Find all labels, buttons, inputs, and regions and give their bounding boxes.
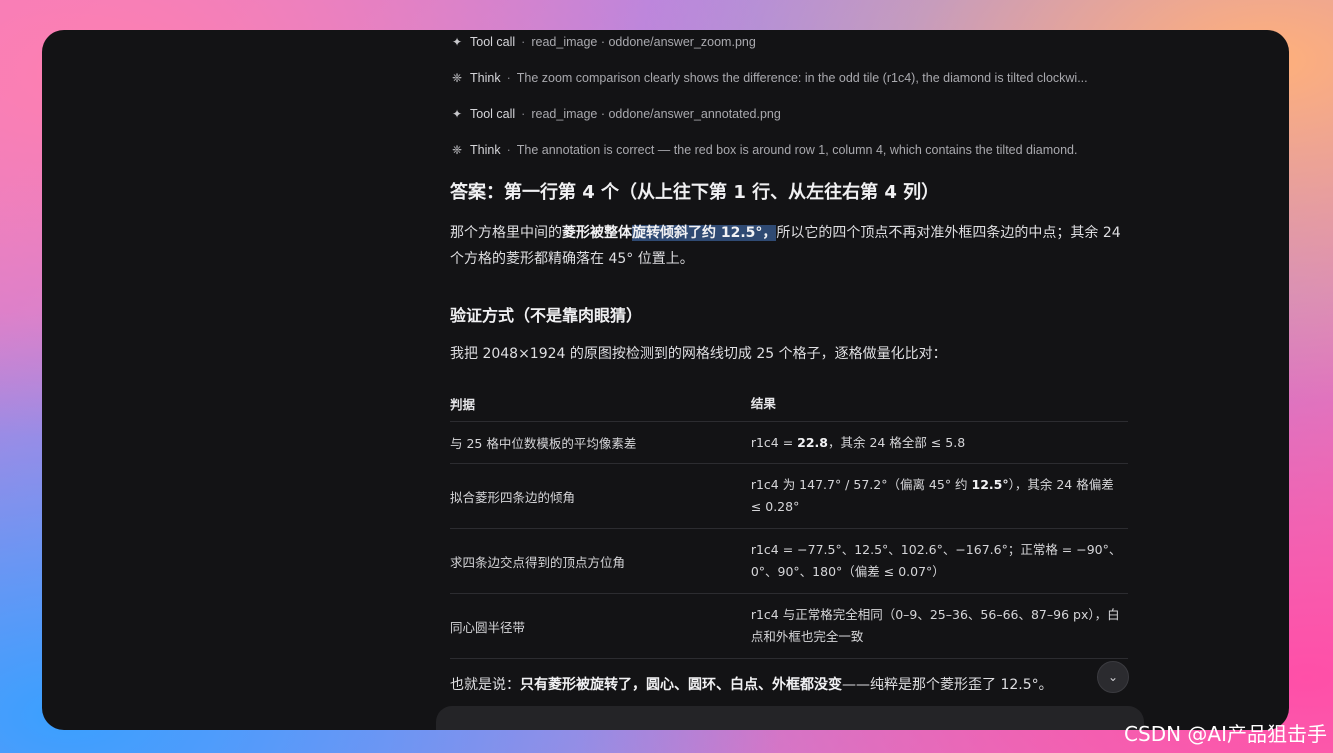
table-row: 拟合菱形四条边的倾角 r1c4 为 147.7° / 57.2°（偏离 45° … — [450, 464, 1128, 529]
verification-table: 判据 结果 与 25 格中位数模板的平均像素差 r1c4 = 22.8，其余 2… — [450, 386, 1128, 659]
conclusion-paragraph: 也就是说：只有菱形被旋转了，圆心、圆环、白点、外框都没变——纯粹是那个菱形歪了 … — [450, 677, 1053, 693]
table-row: 求四条边交点得到的顶点方位角 r1c4 = −77.5°、12.5°、102.6… — [450, 529, 1128, 594]
log-label: Tool call — [470, 107, 516, 121]
log-entry-tool-call[interactable]: ✦ Tool call · read_image · oddone/answer… — [450, 104, 1140, 124]
log-label: Think — [470, 143, 501, 157]
message-input[interactable] — [452, 726, 1144, 730]
log-entry-think[interactable]: ❈ Think · The zoom comparison clearly sh… — [450, 68, 1140, 88]
verify-heading: 验证方式（不是靠肉眼猜） — [450, 306, 643, 325]
sparkle-icon: ✦ — [451, 35, 463, 49]
answer-heading: 答案：第一行第 4 个（从上往下第 1 行、从左往右第 4 列） — [450, 182, 940, 203]
log-entry-tool-call[interactable]: ✦ Tool call · read_image · oddone/answer… — [450, 32, 1140, 52]
log-entry-think[interactable]: ❈ Think · The annotation is correct — th… — [450, 140, 1140, 160]
log-label: Think — [470, 71, 501, 85]
answer-paragraph: 那个方格里中间的菱形被整体旋转倾斜了约 12.5°，所以它的四个顶点不再对准外框… — [450, 225, 1121, 267]
message-composer[interactable] — [436, 706, 1144, 730]
log-label: Tool call — [470, 35, 516, 49]
app-window: ✦ Tool call · read_image · oddone/answer… — [42, 30, 1289, 730]
table-row: 与 25 格中位数模板的平均像素差 r1c4 = 22.8，其余 24 格全部 … — [450, 422, 1128, 464]
sparkle-icon: ✦ — [451, 107, 463, 121]
verify-intro: 我把 2048×1924 的原图按检测到的网格线切成 25 个格子，逐格做量化比… — [450, 346, 947, 362]
scroll-to-bottom-button[interactable]: ⌄ — [1097, 661, 1129, 693]
brain-icon: ❈ — [451, 71, 463, 85]
log-text: The annotation is correct — the red box … — [516, 143, 1078, 157]
log-text: read_image · oddone/answer_zoom.png — [531, 35, 756, 49]
brain-icon: ❈ — [451, 143, 463, 157]
table-row: 同心圆半径带 r1c4 与正常格完全相同（0–9、25–36、56–66、87–… — [450, 594, 1128, 659]
text-selection: 旋转倾斜了约 12.5°， — [632, 225, 777, 241]
log-text: The zoom comparison clearly shows the di… — [516, 71, 1088, 85]
log-text: read_image · oddone/answer_annotated.png — [531, 107, 781, 121]
table-header: 判据 结果 — [450, 386, 1128, 422]
watermark: CSDN @AI产品狙击手 — [1124, 722, 1327, 746]
chevron-down-icon: ⌄ — [1107, 670, 1119, 684]
chat-transcript: ✦ Tool call · read_image · oddone/answer… — [450, 30, 1130, 730]
